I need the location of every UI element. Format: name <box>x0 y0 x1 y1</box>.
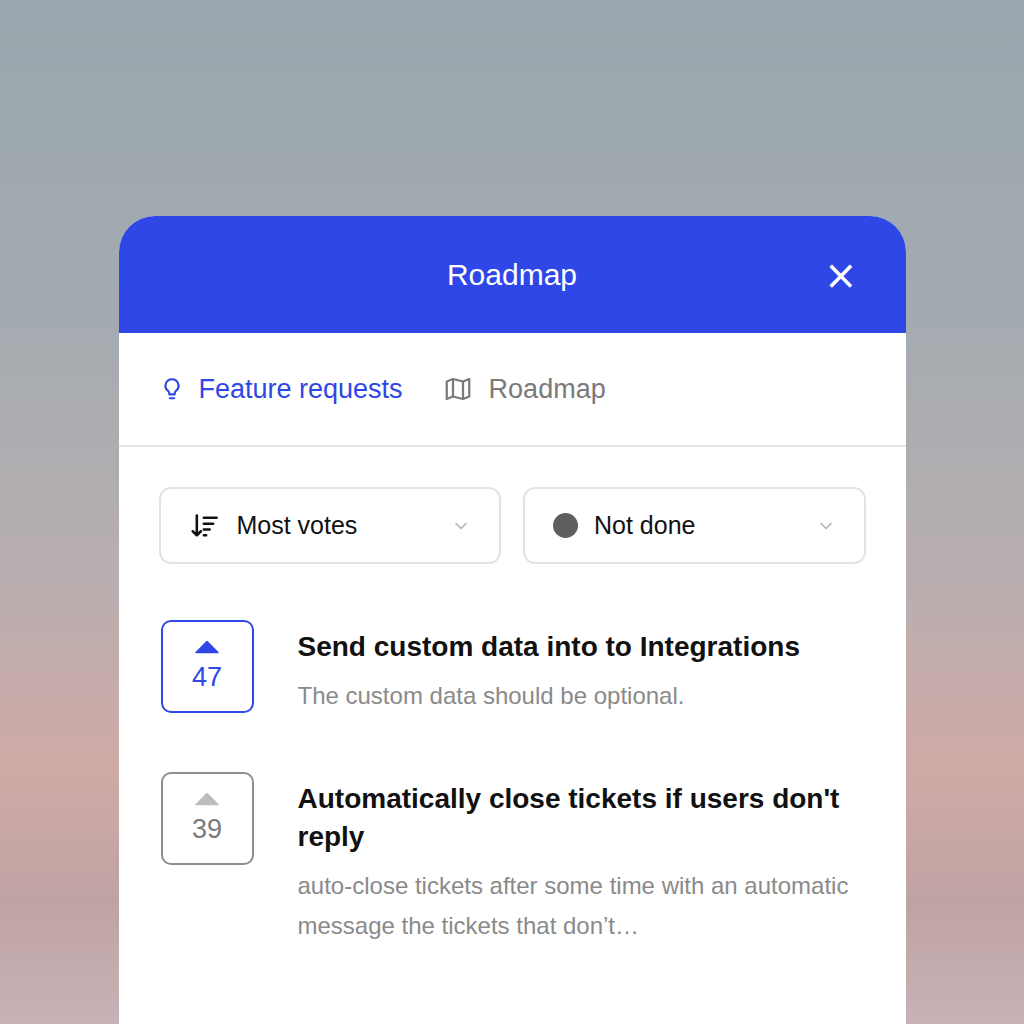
page: Roadmap × Feature requests Roadmap Most vote… <box>0 0 1024 1024</box>
upvote-arrow-icon <box>194 792 220 806</box>
request-title[interactable]: Automatically close tickets if users don… <box>298 780 866 856</box>
request-text: Automatically close tickets if users don… <box>298 772 866 946</box>
lightbulb-icon <box>159 376 185 402</box>
tab-bar: Feature requests Roadmap <box>119 333 906 447</box>
request-item: 39 Automatically close tickets if users d… <box>161 772 866 946</box>
map-icon <box>441 374 475 404</box>
tab-label: Feature requests <box>199 374 403 405</box>
roadmap-widget: Roadmap × Feature requests Roadmap Most vote… <box>119 216 906 1024</box>
vote-button[interactable]: 47 <box>161 620 254 713</box>
status-dot <box>553 513 578 538</box>
sort-icon <box>189 512 221 540</box>
header: Roadmap × <box>119 216 906 333</box>
request-description: auto-close tickets after some time with … <box>298 866 866 946</box>
request-description: The custom data should be optional. <box>298 676 866 716</box>
request-text: Send custom data into to Integrations The… <box>298 620 866 716</box>
request-list: 47 Send custom data into to Integrations T… <box>119 564 906 946</box>
vote-count: 39 <box>192 814 222 845</box>
filter-bar: Most votes Not done <box>119 447 906 564</box>
request-title[interactable]: Send custom data into to Integrations <box>298 628 866 666</box>
chevron-down-icon <box>816 516 836 536</box>
header-title: Roadmap <box>447 258 577 292</box>
chevron-down-icon <box>451 516 471 536</box>
tab-label: Roadmap <box>489 374 606 405</box>
status-label: Not done <box>594 511 800 540</box>
sort-select[interactable]: Most votes <box>159 487 502 564</box>
request-item: 47 Send custom data into to Integrations T… <box>161 620 866 716</box>
sort-label: Most votes <box>237 511 436 540</box>
vote-button[interactable]: 39 <box>161 772 254 865</box>
status-select[interactable]: Not done <box>523 487 866 564</box>
tab[interactable]: Roadmap <box>441 374 606 405</box>
close-button[interactable]: × <box>820 255 862 295</box>
tab[interactable]: Feature requests <box>159 374 403 405</box>
upvote-arrow-icon <box>194 640 220 654</box>
vote-count: 47 <box>192 662 222 693</box>
